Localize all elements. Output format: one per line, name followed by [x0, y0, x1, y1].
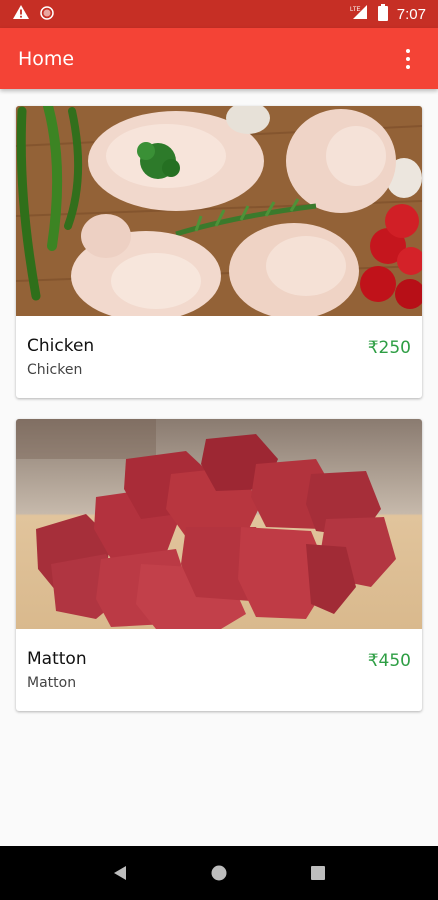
product-info: Matton Matton ₹450: [16, 629, 422, 711]
raw-mutton-photo: [16, 419, 422, 629]
product-card-chicken[interactable]: Chicken Chicken ₹250: [16, 106, 422, 398]
overflow-menu-dot: [406, 64, 410, 69]
recents-icon: [311, 866, 326, 880]
back-button[interactable]: [100, 853, 140, 893]
overflow-menu-dot: [406, 56, 410, 61]
home-button[interactable]: [199, 853, 239, 893]
battery-icon: [377, 3, 388, 25]
app-bar: Home: [0, 28, 438, 89]
overflow-menu-icon: [406, 48, 410, 53]
system-nav-bar: [0, 846, 438, 900]
status-bar: LTE 7:07: [0, 0, 438, 28]
notification-dot-icon: [40, 5, 54, 24]
raw-chicken-photo: [16, 106, 422, 316]
signal-lte-icon: LTE: [349, 4, 369, 24]
recents-button[interactable]: [298, 853, 338, 893]
status-time: 7:07: [396, 5, 426, 23]
product-card-matton[interactable]: Matton Matton ₹450: [16, 419, 422, 711]
home-icon: [211, 865, 227, 881]
back-icon: [113, 866, 126, 880]
overflow-menu-button[interactable]: [396, 43, 420, 75]
product-price: ₹250: [367, 338, 411, 358]
page-title: Home: [18, 47, 75, 70]
product-subtitle: Chicken: [27, 362, 83, 378]
product-price: ₹450: [367, 651, 411, 671]
product-info: Chicken Chicken ₹250: [16, 316, 422, 398]
svg-text:LTE: LTE: [350, 7, 361, 13]
warning-icon: [12, 4, 30, 24]
product-title: Chicken: [27, 336, 95, 356]
product-title: Matton: [27, 649, 87, 669]
product-list: Chicken Chicken ₹250 Matton Matton ₹450: [16, 106, 422, 732]
product-subtitle: Matton: [27, 675, 77, 691]
